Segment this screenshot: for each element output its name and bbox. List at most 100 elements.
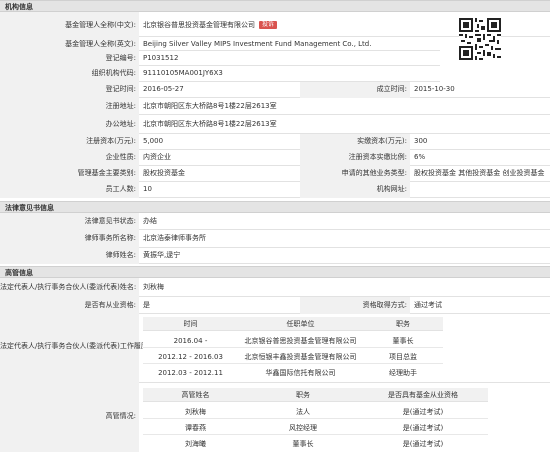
complain-button[interactable]: 投诉: [259, 21, 278, 29]
mgr-col-title: 职务: [296, 391, 310, 399]
row-lawyer: 律师姓名: 黄振华,逯宁: [0, 248, 550, 264]
row-reg-no: 登记编号: P1031512: [0, 51, 440, 66]
en-name-value: Beijing Silver Valley MIPS Investment Fu…: [143, 40, 372, 48]
en-name-label: 基金管理人全称(英文):: [0, 37, 139, 51]
mgr-qual: 是(通过考试): [402, 440, 444, 448]
lawyer-value: 黄振华,逯宁: [143, 251, 181, 259]
cn-name-label: 基金管理人全称(中文):: [0, 12, 139, 37]
work-title: 经理助手: [389, 369, 417, 377]
cn-name-value: 北京银谷普思投资基金管理有限公司 投诉: [139, 12, 278, 37]
paid-cap-value: 300: [414, 137, 428, 145]
work-history-table: 时间 任职单位 职务 2016.04 - 北京银谷普思投资基金管理有限公司 董事…: [143, 317, 443, 381]
work-title: 董事长: [392, 337, 414, 345]
row-biz-type: 管理基金主要类别: 股权投资基金 申请的其他业务类型: 股权投资基金 其他投资基…: [0, 166, 550, 182]
legal-rep-label: 法定代表人/执行事务合伙人(委派代表)姓名:: [0, 278, 139, 297]
section-exec-title: 高管信息: [5, 269, 33, 277]
row-law-firm: 律师事务所名称: 北京浩泰律师事务所: [0, 230, 550, 248]
table-row: 2012.12 - 2016.03 北京恒银丰鑫投资基金管理有限公司 项目总监: [143, 350, 443, 364]
managers-label: 高管情况:: [0, 383, 139, 452]
section-legal-header: 法律意见书信息: [0, 201, 550, 213]
mgr-title: 董事长: [292, 440, 314, 448]
office-addr-value: 北京市朝阳区东大桥路8号1楼22层2613室: [143, 120, 277, 128]
work-col-org: 任职单位: [286, 320, 315, 328]
reg-cap-label: 注册资本(万元):: [0, 134, 139, 150]
biz-type-value: 股权投资基金: [143, 169, 185, 177]
work-org: 北京恒银丰鑫投资基金管理有限公司: [244, 353, 357, 361]
org-code-value: 91110105MA001JY6X3: [143, 69, 223, 77]
row-capital: 注册资本(万元): 5,000 实缴资本(万元): 300: [0, 134, 550, 150]
managers-header: 高管姓名 职务 是否具有基金从业资格: [143, 388, 488, 402]
work-col-time: 时间: [183, 320, 198, 328]
row-managers: 高管情况: 高管姓名 职务 是否具有基金从业资格 刘秋梅 法人 是(通过考试) …: [0, 383, 550, 452]
mgr-col-qual: 是否具有基金从业资格: [388, 391, 458, 399]
paid-ratio-label: 注册资本实缴比例:: [300, 150, 410, 166]
row-reg-addr: 注册地址: 北京市朝阳区东大桥路8号1楼22层2613室: [0, 98, 550, 115]
work-title: 项目总监: [389, 353, 417, 361]
work-history-label: 法定代表人/执行事务合伙人(委派代表)工作履历:: [0, 314, 150, 383]
work-time: 2016.04 -: [173, 337, 208, 345]
managers-table: 高管姓名 职务 是否具有基金从业资格 刘秋梅 法人 是(通过考试) 谭春燕 风控…: [143, 388, 488, 452]
mgr-title: 法人: [296, 408, 310, 416]
table-row: 2012.03 - 2012.11 华鑫国际信托有限公司 经理助手: [143, 366, 443, 380]
website-value[interactable]: [410, 182, 414, 196]
work-col-title: 职务: [396, 320, 410, 328]
row-staff: 员工人数: 10 机构网址:: [0, 182, 550, 198]
reg-time-value: 2016-05-27: [143, 85, 184, 93]
row-reg-time: 登记时间: 2016-05-27 成立时间: 2015-10-30: [0, 82, 550, 98]
row-qualified: 是否有从业资格: 是 资格取得方式: 通过考试: [0, 297, 550, 314]
staff-value: 10: [143, 185, 152, 193]
org-code-label: 组织机构代码:: [0, 66, 139, 82]
section-org-header: 机构信息: [0, 0, 550, 12]
mgr-name: 刘秋梅: [185, 408, 206, 416]
paid-cap-label: 实缴资本(万元):: [300, 134, 410, 150]
work-org: 北京银谷普思投资基金管理有限公司: [244, 337, 357, 345]
staff-label: 员工人数:: [0, 182, 139, 198]
est-time-value: 2015-10-30: [414, 85, 455, 93]
row-en-name: 基金管理人全称(英文): Beijing Silver Valley MIPS …: [0, 37, 440, 51]
fund-manager-info-page: 机构信息 基金管理人全称(中文): 北京银谷普思投资基金管理有限公司 投诉 基金管…: [0, 0, 550, 452]
work-time: 2012.12 - 2016.03: [158, 353, 223, 361]
table-row: 2016.04 - 北京银谷普思投资基金管理有限公司 董事长: [143, 334, 443, 348]
row-work-history: 法定代表人/执行事务合伙人(委派代表)工作履历: 时间 任职单位 职务 2016…: [0, 314, 550, 383]
other-biz-value: 股权投资基金 其他投资基金 创业投资基金: [414, 169, 545, 177]
nature-value: 内资企业: [143, 153, 171, 161]
est-time-label: 成立时间:: [300, 82, 410, 98]
cn-name-text: 北京银谷普思投资基金管理有限公司: [143, 21, 255, 29]
mgr-name: 谭春燕: [185, 424, 206, 432]
mgr-qual: 是(通过考试): [402, 408, 444, 416]
section-legal-title: 法律意见书信息: [5, 204, 54, 212]
row-nature: 企业性质: 内资企业 注册资本实缴比例: 6%: [0, 150, 550, 166]
work-history-header: 时间 任职单位 职务: [143, 317, 443, 331]
nature-label: 企业性质:: [0, 150, 139, 166]
qual-method-label: 资格取得方式:: [300, 297, 410, 314]
law-firm-value: 北京浩泰律师事务所: [143, 234, 206, 242]
qualified-value: 是: [143, 301, 150, 309]
section-exec-header: 高管信息: [0, 266, 550, 278]
section-org-title: 机构信息: [5, 3, 33, 11]
other-biz-label: 申请的其他业务类型:: [300, 166, 410, 182]
reg-addr-value: 北京市朝阳区东大桥路8号1楼22层2613室: [143, 102, 277, 110]
table-row: 刘秋梅 法人 是(通过考试): [143, 405, 488, 419]
office-addr-label: 办公地址:: [0, 115, 139, 134]
work-org: 华鑫国际信托有限公司: [265, 369, 336, 377]
legal-rep-value: 刘秋梅: [143, 283, 164, 291]
table-row: 谭春燕 风控经理 是(通过考试): [143, 421, 488, 435]
row-office-addr: 办公地址: 北京市朝阳区东大桥路8号1楼22层2613室: [0, 115, 550, 134]
legal-status-label: 法律意见书状态:: [0, 213, 139, 230]
reg-no-value: P1031512: [143, 54, 179, 62]
work-time: 2012.03 - 2012.11: [158, 369, 223, 377]
reg-cap-value: 5,000: [143, 137, 164, 145]
mgr-name: 刘海曦: [185, 440, 206, 448]
qualified-label: 是否有从业资格:: [0, 297, 139, 314]
qr-code-icon: [459, 18, 501, 60]
reg-addr-label: 注册地址:: [0, 98, 139, 115]
row-legal-rep: 法定代表人/执行事务合伙人(委派代表)姓名: 刘秋梅: [0, 278, 550, 297]
reg-time-label: 登记时间:: [0, 82, 139, 98]
qual-method-value: 通过考试: [414, 301, 442, 309]
law-firm-label: 律师事务所名称:: [0, 230, 139, 248]
legal-status-value: 办结: [143, 217, 157, 225]
paid-ratio-value: 6%: [414, 153, 426, 161]
lawyer-label: 律师姓名:: [0, 248, 139, 264]
biz-type-label: 管理基金主要类别:: [0, 166, 139, 182]
website-label: 机构网址:: [300, 182, 410, 198]
